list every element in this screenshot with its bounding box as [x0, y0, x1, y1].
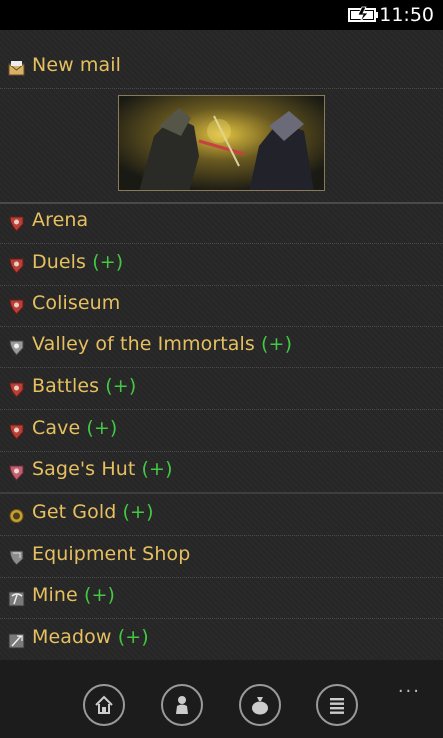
menu-item-equipment-shop[interactable]: Equipment Shop	[0, 536, 443, 578]
menu-item-mine[interactable]: Mine (+)	[0, 577, 443, 619]
menu-item-label: Sage's Hut (+)	[32, 458, 173, 480]
app-bar: ...	[0, 660, 443, 738]
new-mail-label: New mail	[32, 54, 121, 76]
new-content-indicator: (+)	[105, 375, 137, 397]
menu-item-label: Battles (+)	[32, 375, 136, 397]
menu-item-coliseum[interactable]: Coliseum	[0, 285, 443, 327]
menu-item-sage-s-hut[interactable]: Sage's Hut (+)	[0, 451, 443, 494]
new-content-indicator: (+)	[122, 501, 154, 523]
crest-red-icon	[9, 382, 24, 398]
new-mail-link[interactable]: New mail	[0, 47, 443, 89]
crest-red-icon	[9, 299, 24, 315]
new-content-indicator: (+)	[83, 584, 115, 606]
menu-item-text: Coliseum	[32, 292, 121, 314]
menu-item-label: Duels (+)	[32, 251, 123, 273]
crest-pink-icon	[9, 465, 24, 481]
character-icon	[176, 696, 188, 714]
list-icon	[330, 698, 344, 714]
character-button[interactable]	[161, 684, 203, 726]
menu-item-label: Arena	[32, 209, 88, 231]
menu-item-duels[interactable]: Duels (+)	[0, 244, 443, 286]
menu-item-cave[interactable]: Cave (+)	[0, 410, 443, 452]
battery-charging-icon	[348, 6, 378, 23]
new-content-indicator: (+)	[92, 251, 124, 273]
menu-item-label: Equipment Shop	[32, 543, 190, 565]
menu-item-arena[interactable]: Arena	[0, 202, 443, 244]
menu-item-valley-of-the-immortals[interactable]: Valley of the Immortals (+)	[0, 326, 443, 368]
new-content-indicator: (+)	[86, 417, 118, 439]
battle-banner-image	[118, 95, 325, 191]
menu-item-label: Get Gold (+)	[32, 501, 154, 523]
main-content: New mail Arena Duels (+) Coliseum Valley…	[0, 30, 443, 661]
new-content-indicator: (+)	[141, 458, 173, 480]
menu-item-text: Cave	[32, 417, 81, 439]
menu-item-text: Sage's Hut	[32, 458, 136, 480]
gold-coin-icon	[9, 509, 24, 523]
crest-red-icon	[9, 216, 24, 232]
crest-red-icon	[9, 424, 24, 440]
bag-button[interactable]	[239, 684, 281, 726]
home-icon	[95, 695, 113, 714]
menu-item-text: Get Gold	[32, 501, 117, 523]
menu-item-battles[interactable]: Battles (+)	[0, 368, 443, 410]
menu-item-meadow[interactable]: Meadow (+)	[0, 619, 443, 661]
menu-item-label: Coliseum	[32, 292, 120, 314]
menu-item-text: Equipment Shop	[32, 543, 191, 565]
new-content-indicator: (+)	[261, 333, 293, 355]
status-time: 11:50	[379, 4, 434, 26]
list-button[interactable]	[316, 684, 358, 726]
menu-item-text: Duels	[32, 251, 87, 273]
shield-icon	[9, 550, 24, 566]
menu-item-get-gold[interactable]: Get Gold (+)	[0, 494, 443, 536]
menu-item-label: Meadow (+)	[32, 626, 149, 648]
bag-icon	[252, 697, 268, 715]
more-options-button[interactable]: ...	[398, 676, 421, 697]
crest-grey-icon	[9, 340, 24, 356]
menu-item-text: Valley of the Immortals	[32, 333, 255, 355]
menu-item-text: Battles	[32, 375, 100, 397]
menu-item-text: Mine	[32, 584, 78, 606]
menu-item-label: Valley of the Immortals (+)	[32, 333, 292, 355]
envelope-icon	[8, 61, 25, 76]
new-content-indicator: (+)	[117, 626, 149, 648]
status-bar: 11:50	[0, 0, 443, 30]
home-button[interactable]	[83, 684, 125, 726]
crest-red-icon	[9, 258, 24, 274]
menu-item-label: Cave (+)	[32, 417, 117, 439]
menu-item-text: Meadow	[32, 626, 112, 648]
menu-item-label: Mine (+)	[32, 584, 115, 606]
pickaxe-icon	[8, 591, 25, 607]
menu-item-text: Arena	[32, 209, 89, 231]
banner-row	[0, 90, 443, 204]
scythe-icon	[8, 633, 25, 649]
